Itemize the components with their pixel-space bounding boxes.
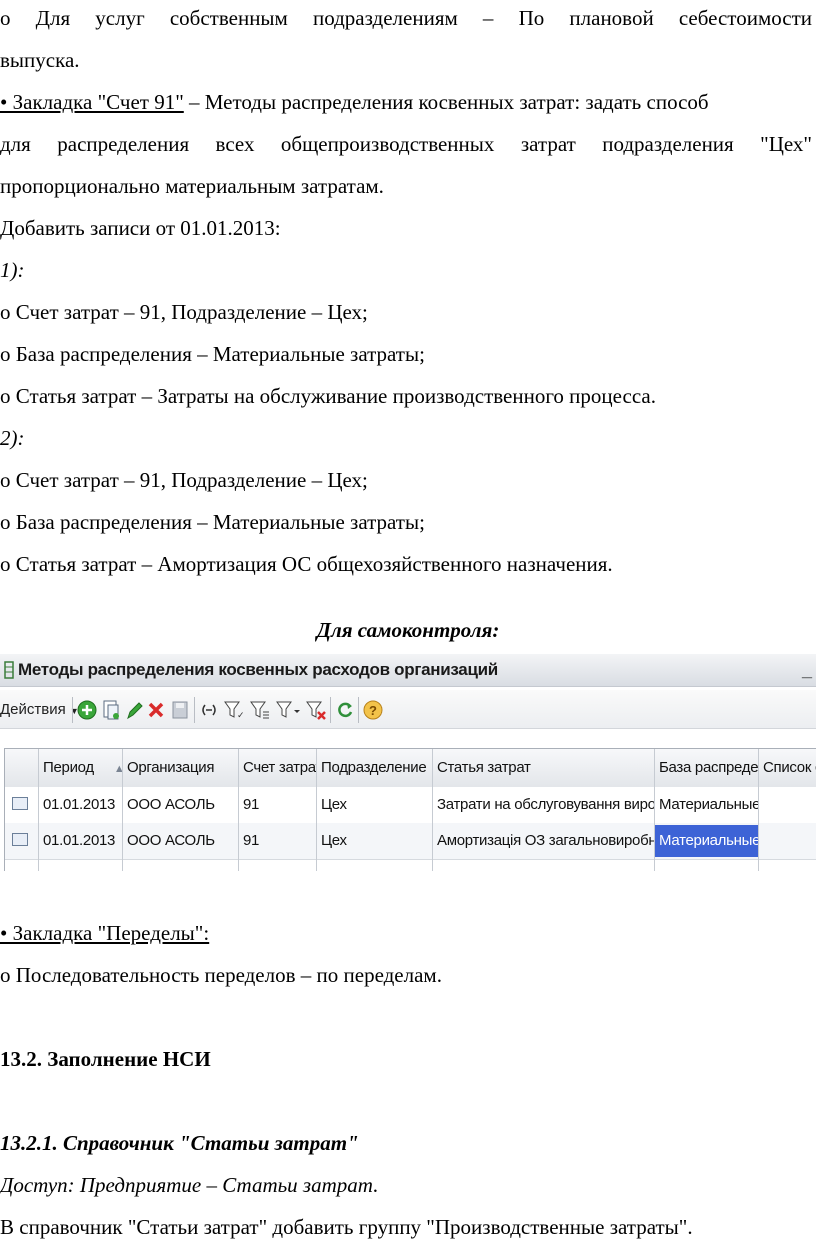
actions-label: Действия bbox=[0, 701, 66, 718]
svg-text:?: ? bbox=[369, 703, 377, 718]
toolbar-separator bbox=[358, 697, 359, 723]
cell-period: 01.01.2013 bbox=[43, 796, 116, 813]
methods-table: Период ▲ Организация Счет затрат Подразде… bbox=[4, 748, 816, 871]
text-line-14: o Статья затрат – Амортизация ОС общехоз… bbox=[0, 552, 613, 576]
tab-link-stages: • Закладка "Переделы": bbox=[0, 921, 210, 945]
column-header-cost-item[interactable]: Статья затрат bbox=[433, 759, 655, 776]
text-line-11: 2): bbox=[0, 426, 25, 450]
toolbar: Действия ▼ ✓ ? bbox=[0, 690, 816, 729]
cell-cost-account: 91 bbox=[243, 796, 260, 813]
column-header-list[interactable]: Список с bbox=[759, 759, 816, 776]
cell-department: Цех bbox=[321, 796, 347, 813]
column-divider bbox=[238, 749, 239, 871]
svg-text:✓: ✓ bbox=[237, 710, 245, 720]
tab-link-account-91: • Закладка "Счет 91" bbox=[0, 90, 184, 114]
copy-icon[interactable] bbox=[100, 698, 122, 722]
text-line-7: 1): bbox=[0, 258, 25, 282]
text-line-9: o База распределения – Материальные затр… bbox=[0, 342, 425, 366]
add-icon[interactable] bbox=[76, 698, 98, 722]
cell-organization: ООО АСОЛЬ bbox=[127, 796, 215, 813]
record-icon bbox=[12, 833, 28, 846]
delete-icon[interactable] bbox=[146, 698, 166, 722]
text-line-3: • Закладка "Счет 91" – Методы распределе… bbox=[0, 89, 709, 115]
column-header-distribution-base[interactable]: База распреде... bbox=[655, 759, 759, 776]
help-icon[interactable]: ? bbox=[362, 698, 384, 722]
text-line-4: для распределения всех общепроизводствен… bbox=[0, 132, 812, 156]
toolbar-separator bbox=[330, 697, 331, 723]
window-title: Методы распределения косвенных расходов … bbox=[18, 660, 498, 679]
text-line-10: o Статья затрат – Затраты на обслуживани… bbox=[0, 384, 656, 408]
cell-cost-account: 91 bbox=[243, 832, 260, 849]
window-titlebar: Методы распределения косвенных расходов … bbox=[0, 654, 816, 687]
column-header-cost-account[interactable]: Счет затрат bbox=[239, 759, 317, 776]
cell-cost-item: Затрати на обслуговування виробнич... bbox=[437, 796, 655, 813]
minimize-button[interactable]: _ bbox=[802, 660, 812, 681]
column-header-organization[interactable]: Организация bbox=[123, 759, 239, 776]
filter-clear-icon[interactable] bbox=[304, 698, 328, 722]
column-header-department[interactable]: Подразделение bbox=[317, 759, 433, 776]
column-divider bbox=[654, 749, 655, 871]
record-icon bbox=[12, 797, 28, 810]
cell-period: 01.01.2013 bbox=[43, 832, 116, 849]
text-line-5: пропорционально материальным затратам. bbox=[0, 174, 384, 198]
text-line-16: o Последовательность переделов – по пере… bbox=[0, 963, 442, 987]
access-path: Доступ: Предприятие – Статьи затрат. bbox=[0, 1173, 379, 1197]
toolbar-separator bbox=[72, 697, 73, 723]
save-icon[interactable] bbox=[170, 698, 190, 722]
cell-organization: ООО АСОЛЬ bbox=[127, 832, 215, 849]
window-icon bbox=[4, 661, 14, 679]
text-line-3-rest: – Методы распределения косвенных затрат:… bbox=[183, 90, 709, 114]
range-icon[interactable] bbox=[198, 698, 220, 722]
column-divider bbox=[432, 749, 433, 871]
self-control-heading: Для самоконтроля: bbox=[316, 618, 500, 642]
filter-list-icon[interactable] bbox=[248, 698, 272, 722]
column-divider bbox=[38, 749, 39, 871]
table-header: Период ▲ Организация Счет затрат Подразде… bbox=[5, 749, 816, 788]
edit-icon[interactable] bbox=[124, 698, 144, 722]
cell-distribution-base-selected[interactable]: Материальные ... bbox=[655, 825, 759, 857]
table-row[interactable]: 01.01.2013 ООО АСОЛЬ 91 Цех Затрати на о… bbox=[5, 787, 816, 824]
filter-icon[interactable]: ✓ bbox=[222, 698, 246, 722]
section-heading-13-2-1: 13.2.1. Справочник "Статьи затрат" bbox=[0, 1131, 359, 1155]
column-divider bbox=[316, 749, 317, 871]
column-header-period[interactable]: Период ▲ bbox=[39, 759, 123, 776]
text-line-8: o Счет затрат – 91, Подразделение – Цех; bbox=[0, 300, 368, 324]
actions-menu[interactable]: Действия ▼ bbox=[0, 701, 79, 725]
filter-menu-icon[interactable] bbox=[274, 698, 302, 722]
text-line-13: o База распределения – Материальные затр… bbox=[0, 510, 425, 534]
cell-cost-item: Амортизація ОЗ загальновиробничог... bbox=[437, 832, 655, 849]
methods-window: Методы распределения косвенных расходов … bbox=[0, 650, 816, 880]
text-line-15: • Закладка "Переделы": bbox=[0, 920, 209, 946]
cell-department: Цех bbox=[321, 832, 347, 849]
table-row[interactable]: 01.01.2013 ООО АСОЛЬ 91 Цех Амортизація … bbox=[5, 823, 816, 860]
section-heading-13-2: 13.2. Заполнение НСИ bbox=[0, 1047, 211, 1071]
cell-distribution-base: Материальные ... bbox=[659, 796, 759, 813]
column-divider bbox=[758, 749, 759, 871]
text-line-2: выпуска. bbox=[0, 48, 80, 72]
text-line-12: o Счет затрат – 91, Подразделение – Цех; bbox=[0, 468, 368, 492]
text-line-17: В справочник "Статьи затрат" добавить гр… bbox=[0, 1215, 693, 1239]
toolbar-separator bbox=[194, 697, 195, 723]
text-line-6: Добавить записи от 01.01.2013: bbox=[0, 216, 281, 240]
column-divider bbox=[122, 749, 123, 871]
text-line-1: o Для услуг собственным подразделениям –… bbox=[0, 6, 812, 30]
refresh-icon[interactable] bbox=[334, 698, 356, 722]
